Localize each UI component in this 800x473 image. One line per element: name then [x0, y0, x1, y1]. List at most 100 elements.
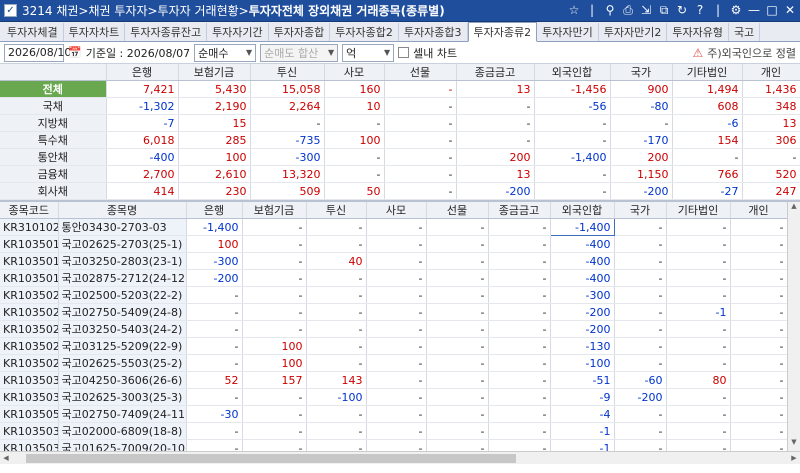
detail-cell: -400 — [550, 269, 615, 287]
table-row[interactable]: KR103503G국고04250-3606(26-6)52157143----5… — [0, 371, 788, 389]
summary-header-9[interactable]: 기타법인 — [672, 64, 743, 81]
summary-header-8[interactable]: 국가 — [610, 64, 673, 81]
tab-7[interactable]: 투자자종류2 — [467, 22, 538, 42]
summary-row-label: 회사채 — [0, 182, 107, 200]
detail-header-2[interactable]: 은행 — [186, 202, 243, 219]
horizontal-scrollbar[interactable]: ◀ ▶ — [0, 451, 800, 464]
print-icon[interactable]: ⎙ — [622, 3, 634, 18]
summary-header-0[interactable] — [0, 64, 107, 81]
tab-1[interactable]: 투자자차트 — [64, 23, 126, 41]
help-icon[interactable]: ? — [694, 3, 706, 18]
aggregate-select[interactable]: 순매도 합산 ▼ — [260, 43, 339, 62]
tab-11[interactable]: 국고 — [729, 23, 761, 41]
detail-cell: - — [730, 235, 788, 253]
table-row[interactable]: KR103505G국고02750-7409(24-11)-30------4--… — [0, 405, 788, 423]
summary-header-2[interactable]: 보험기금 — [178, 64, 251, 81]
close-icon[interactable]: ✕ — [784, 3, 796, 18]
detail-cell: -400 — [550, 235, 615, 253]
table-row[interactable]: KR103501G국고03250-2803(23-1)-300-40----40… — [0, 252, 788, 270]
window-check-icon[interactable]: ✓ — [4, 4, 17, 17]
table-row[interactable]: KR103502G국고03125-5209(22-9)-100-----130-… — [0, 337, 788, 355]
detail-header-5[interactable]: 사모 — [366, 202, 427, 219]
summary-row-label: 전체 — [0, 80, 107, 98]
scroll-down-icon[interactable]: ▼ — [788, 438, 800, 451]
table-row[interactable]: KR103503G국고02000-6809(18-8)-------1--- — [0, 422, 788, 440]
summary-row[interactable]: 통안채 -400 100 -300- -200 -1,400 200- - — [0, 148, 800, 166]
dual-icon[interactable]: ⧉ — [658, 3, 670, 18]
detail-cell: - — [306, 405, 367, 423]
tab-6[interactable]: 투자자종합3 — [399, 23, 468, 41]
detail-header-8[interactable]: 외국인합 — [550, 202, 615, 219]
tab-8[interactable]: 투자자만기 — [537, 23, 599, 41]
detail-header-10[interactable]: 기타법인 — [666, 202, 731, 219]
tab-4[interactable]: 투자자종합 — [269, 23, 331, 41]
table-row[interactable]: KR103502G국고02625-5503(25-2)-100-----100-… — [0, 354, 788, 372]
detail-header-0[interactable]: 종목코드 — [0, 202, 59, 219]
summary-row[interactable]: 국채 -1,302 2,190 2,264 10- - -56 -80 608 348 — [0, 97, 800, 115]
settings-icon[interactable]: ⚙ — [730, 3, 742, 18]
detail-header-7[interactable]: 종금금고 — [488, 202, 551, 219]
detail-header-4[interactable]: 투신 — [306, 202, 367, 219]
summary-row[interactable]: 금융채 2,700 2,610 13,320- -13-1,150 766 520 — [0, 165, 800, 183]
refresh-icon[interactable]: ↻ — [676, 3, 688, 18]
detail-header-9[interactable]: 국가 — [614, 202, 667, 219]
summary-header-3[interactable]: 투신 — [250, 64, 325, 81]
chevron-down-icon: ▼ — [246, 48, 253, 57]
table-row[interactable]: KR103502G국고03250-5403(24-2)-------200--- — [0, 320, 788, 338]
detail-grid[interactable]: 종목코드 종목명 은행 보험기금 투신 사모 선물 종금금고 외국인합 국가 기타법인 개인 KR31… — [0, 202, 800, 451]
detail-cell: - — [730, 286, 788, 304]
scroll-right-icon[interactable]: ▶ — [788, 454, 800, 462]
table-row[interactable]: KR310102G통안03430-2703-03-1,400------1,40… — [0, 218, 788, 236]
summary-row[interactable]: 특수채 6,018 285 -735 100- - - -170 154 306 — [0, 131, 800, 149]
export-icon[interactable]: ⇲ — [640, 3, 652, 18]
trade-type-select[interactable]: 순매수 ▼ — [194, 43, 257, 62]
detail-header-11[interactable]: 개인 — [730, 202, 788, 219]
cell-chart-checkbox[interactable] — [398, 47, 410, 58]
table-row[interactable]: KR103503G국고01625-7009(20-10)-------1--- — [0, 439, 788, 451]
calendar-icon[interactable]: 📅 — [68, 46, 82, 59]
scroll-up-icon[interactable]: ▲ — [788, 202, 800, 215]
bond-code: KR103502G — [0, 354, 59, 372]
detail-cell: - — [614, 252, 667, 270]
tab-9[interactable]: 투자자만기2 — [599, 23, 668, 41]
summary-row[interactable]: 전체 7,421 5,430 15,058 160-13 -1,456 900 1,494 1,… — [0, 80, 800, 98]
tab-0[interactable]: 투자자체결 — [2, 23, 64, 41]
summary-header-1[interactable]: 은행 — [106, 64, 179, 81]
table-row[interactable]: KR103503G국고02625-3003(25-3)---100----9-2… — [0, 388, 788, 406]
detail-cell: -1,400 — [186, 218, 243, 236]
table-row[interactable]: KR103502G국고02500-5203(22-2)-------300--- — [0, 286, 788, 304]
table-row[interactable]: KR103501G국고02875-2712(24-12)-200------40… — [0, 269, 788, 287]
scroll-thumb[interactable] — [26, 453, 516, 463]
summary-cell: -56 — [534, 97, 611, 115]
summary-header-5[interactable]: 선물 — [384, 64, 457, 81]
detail-header-1[interactable]: 종목명 — [58, 202, 187, 219]
tab-3[interactable]: 투자자기간 — [207, 23, 269, 41]
detail-header-3[interactable]: 보험기금 — [242, 202, 307, 219]
maximize-icon[interactable]: □ — [766, 3, 778, 18]
summary-cell: 2,264 — [250, 97, 325, 115]
link-icon[interactable]: ⚲ — [604, 3, 616, 18]
vertical-scrollbar[interactable]: ▲ ▼ — [787, 202, 800, 451]
star-icon[interactable]: ☆ — [568, 3, 580, 18]
summary-header-7[interactable]: 외국인합 — [534, 64, 611, 81]
table-row[interactable]: KR103502G국고02750-5409(24-8)-------200--1… — [0, 303, 788, 321]
summary-header-10[interactable]: 개인 — [742, 64, 800, 81]
date-input[interactable]: 2026/08/10 — [4, 43, 71, 62]
detail-cell: - — [186, 422, 243, 440]
detail-cell: - — [666, 405, 731, 423]
tab-10[interactable]: 투자자유형 — [667, 23, 729, 41]
detail-cell: -200 — [186, 269, 243, 287]
tab-2[interactable]: 투자자종류잔고 — [125, 23, 208, 41]
minimize-icon[interactable]: — — [748, 3, 760, 18]
table-row[interactable]: KR103501G국고02625-2703(25-1)100------400-… — [0, 235, 788, 253]
summary-header-4[interactable]: 사모 — [324, 64, 385, 81]
scroll-left-icon[interactable]: ◀ — [0, 454, 12, 462]
detail-cell: - — [614, 286, 667, 304]
summary-row[interactable]: 회사채 414 230 509 50- -200- -200 -27 247 — [0, 182, 800, 200]
summary-row-label: 국채 — [0, 97, 107, 115]
summary-row[interactable]: 지방채 -7 15- - - - - - -6 13 — [0, 114, 800, 132]
summary-header-6[interactable]: 종금금고 — [456, 64, 535, 81]
tab-5[interactable]: 투자자종합2 — [330, 23, 399, 41]
detail-header-6[interactable]: 선물 — [426, 202, 489, 219]
unit-select[interactable]: 억 ▼ — [342, 43, 395, 62]
